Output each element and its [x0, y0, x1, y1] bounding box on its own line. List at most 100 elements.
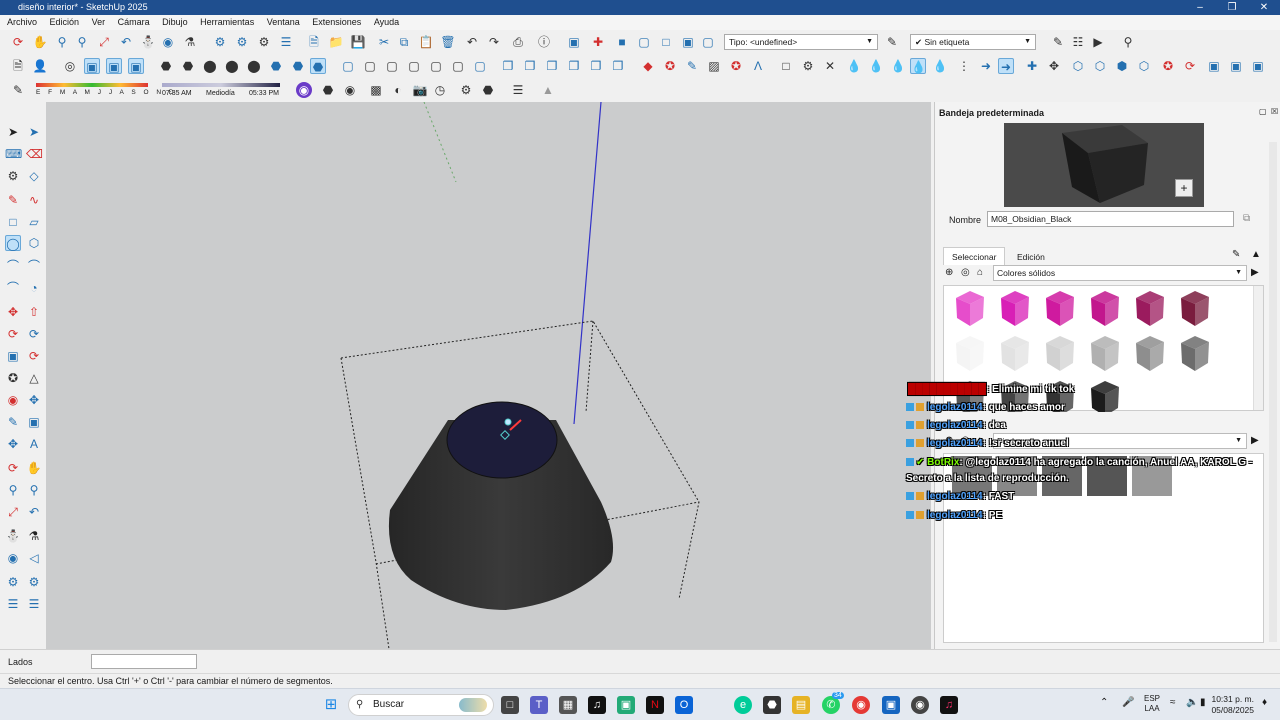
add-detail-icon[interactable]: Λ: [750, 58, 766, 74]
eraser-tool-icon[interactable]: ⌫: [26, 146, 43, 162]
material-swatch[interactable]: [1046, 291, 1074, 326]
text-icon[interactable]: ✥: [26, 392, 42, 408]
material-swatch[interactable]: [1136, 291, 1164, 326]
section-cut-icon[interactable]: ■: [614, 34, 630, 50]
undo-icon[interactable]: ↶: [464, 34, 480, 50]
material-swatch[interactable]: [1091, 381, 1119, 416]
menu-archivo[interactable]: Archivo: [4, 15, 40, 30]
subtract-icon[interactable]: ❐: [566, 58, 582, 74]
clock[interactable]: 10:31 p. m. 05/08/2025: [1210, 694, 1254, 716]
label-dropdown[interactable]: ✔ Sin etiqueta ▼: [910, 34, 1036, 50]
shaded-icon[interactable]: ⬤: [202, 58, 218, 74]
tag-tool2-icon[interactable]: ◇: [26, 168, 42, 184]
hex1-icon[interactable]: ⬡: [1070, 58, 1086, 74]
menu-herramientas[interactable]: Herramientas: [197, 15, 257, 30]
tag-paint-icon[interactable]: ✎: [884, 34, 900, 50]
dome-icon[interactable]: ◐: [390, 82, 406, 98]
folder-icon[interactable]: □: [778, 58, 794, 74]
menu-camara[interactable]: Cámara: [115, 15, 153, 30]
menu-ayuda[interactable]: Ayuda: [371, 15, 402, 30]
style2-icon[interactable]: ⚙: [26, 574, 42, 590]
box-icon[interactable]: ⬣: [320, 82, 336, 98]
material-swatch[interactable]: [1046, 336, 1074, 371]
paint-bucket-icon[interactable]: 💧: [910, 58, 926, 74]
select-view-icon[interactable]: ◎: [62, 58, 78, 74]
library-details-icon[interactable]: ▶: [1251, 267, 1259, 278]
settings-icon[interactable]: ⚙: [800, 58, 816, 74]
mic-icon[interactable]: 🎤: [1122, 697, 1134, 708]
view-front-icon[interactable]: ▣: [128, 58, 144, 74]
zoom-icon[interactable]: ⚲: [54, 34, 70, 50]
account-icon[interactable]: 👤: [32, 58, 48, 74]
back-edges-icon[interactable]: ⬣: [290, 58, 306, 74]
arc2-icon[interactable]: ⌒: [26, 258, 42, 274]
tag-tool-icon[interactable]: ✎: [1050, 34, 1066, 50]
obs-icon[interactable]: ◉: [911, 696, 929, 714]
walk2-icon[interactable]: ⚗: [26, 528, 42, 544]
triangle-icon[interactable]: ▲: [540, 82, 556, 98]
union-icon[interactable]: ❐: [544, 58, 560, 74]
scenes-icon[interactable]: ☷: [1070, 34, 1086, 50]
material-swatch[interactable]: [956, 291, 984, 326]
notification-bell-icon[interactable]: ♦: [1262, 697, 1267, 708]
sketchup-icon[interactable]: ▣: [882, 696, 900, 714]
view-persp-icon[interactable]: ▢: [472, 58, 488, 74]
store-icon[interactable]: ▦: [559, 696, 577, 714]
zoom-window-tool-icon[interactable]: ⚲: [26, 482, 42, 498]
photos-icon[interactable]: ▣: [617, 696, 635, 714]
paint-drop3-icon[interactable]: 💧: [890, 58, 906, 74]
arc-icon[interactable]: ⌒: [5, 258, 21, 274]
maximize-icon[interactable]: ❐: [1217, 0, 1247, 15]
arc3-icon[interactable]: ⌒: [5, 280, 21, 296]
cone-top-face[interactable]: [446, 401, 558, 479]
stamp-icon[interactable]: ▨: [706, 58, 722, 74]
scatter-icon[interactable]: ✪: [1160, 58, 1176, 74]
rotate-scatter-icon[interactable]: ⟳: [1182, 58, 1198, 74]
wifi-icon[interactable]: ≈: [1170, 697, 1176, 708]
outer-shell-icon[interactable]: ❐: [500, 58, 516, 74]
walk-icon[interactable]: ⚗: [182, 34, 198, 50]
freehand-icon[interactable]: ∿: [26, 192, 42, 208]
eraser-icon[interactable]: ✎: [10, 82, 26, 98]
axes-tool-icon[interactable]: ✎: [5, 414, 21, 430]
plugin-icon[interactable]: ◉: [296, 82, 312, 98]
new-file-icon[interactable]: 🗎: [306, 34, 322, 50]
close-tool-icon[interactable]: ✕: [822, 58, 838, 74]
forward-nav-icon[interactable]: ◎: [961, 267, 970, 278]
chrome-icon[interactable]: ◉: [852, 696, 870, 714]
rotate-icon[interactable]: ⟳: [5, 326, 21, 342]
tray-scrollbar[interactable]: [1269, 142, 1277, 642]
material-sample-icon[interactable]: 💧: [932, 58, 948, 74]
make-component-icon[interactable]: ⚙: [5, 168, 21, 184]
battery-icon[interactable]: ▮: [1200, 697, 1206, 708]
intersect-icon[interactable]: ❐: [522, 58, 538, 74]
look-around-icon[interactable]: ◉: [160, 34, 176, 50]
view-top2-icon[interactable]: ▢: [340, 58, 356, 74]
follow-me-icon[interactable]: ⟳: [26, 326, 42, 342]
sandbox-tool-icon[interactable]: ☰: [5, 596, 21, 612]
add-icon[interactable]: ✚: [1024, 58, 1040, 74]
paint-drop2-icon[interactable]: 💧: [868, 58, 884, 74]
library-select[interactable]: Colores sólidos ▼: [993, 265, 1247, 281]
netflix-icon[interactable]: N: [646, 696, 664, 714]
style-tool-icon[interactable]: ⚙: [5, 574, 21, 590]
swatch-scrollbar[interactable]: [1253, 286, 1263, 410]
windows-start-icon[interactable]: ⊞: [322, 696, 340, 714]
material-swatch[interactable]: [1001, 291, 1029, 326]
terrain2-icon[interactable]: ▣: [1228, 58, 1244, 74]
sandbox-icon[interactable]: ☰: [278, 34, 294, 50]
drape-icon[interactable]: ✪: [728, 58, 744, 74]
view-left-icon[interactable]: ▢: [428, 58, 444, 74]
terrain1-icon[interactable]: ▣: [1206, 58, 1222, 74]
menu-extensiones[interactable]: Extensiones: [309, 15, 364, 30]
solid-view-icon[interactable]: ⬣: [310, 58, 326, 74]
xray-icon[interactable]: ⬣: [268, 58, 284, 74]
section-slice-icon[interactable]: ▢: [700, 34, 716, 50]
terrain3-icon[interactable]: ▣: [1250, 58, 1266, 74]
style-backedges-icon[interactable]: ⚙: [234, 34, 250, 50]
split-icon[interactable]: ❐: [610, 58, 626, 74]
print-icon[interactable]: ⎙: [510, 34, 526, 50]
sandbox-scratch-icon[interactable]: ✪: [662, 58, 678, 74]
position-camera-tool-icon[interactable]: ⛄: [5, 528, 21, 544]
3d-app-icon[interactable]: ⬣: [763, 696, 781, 714]
